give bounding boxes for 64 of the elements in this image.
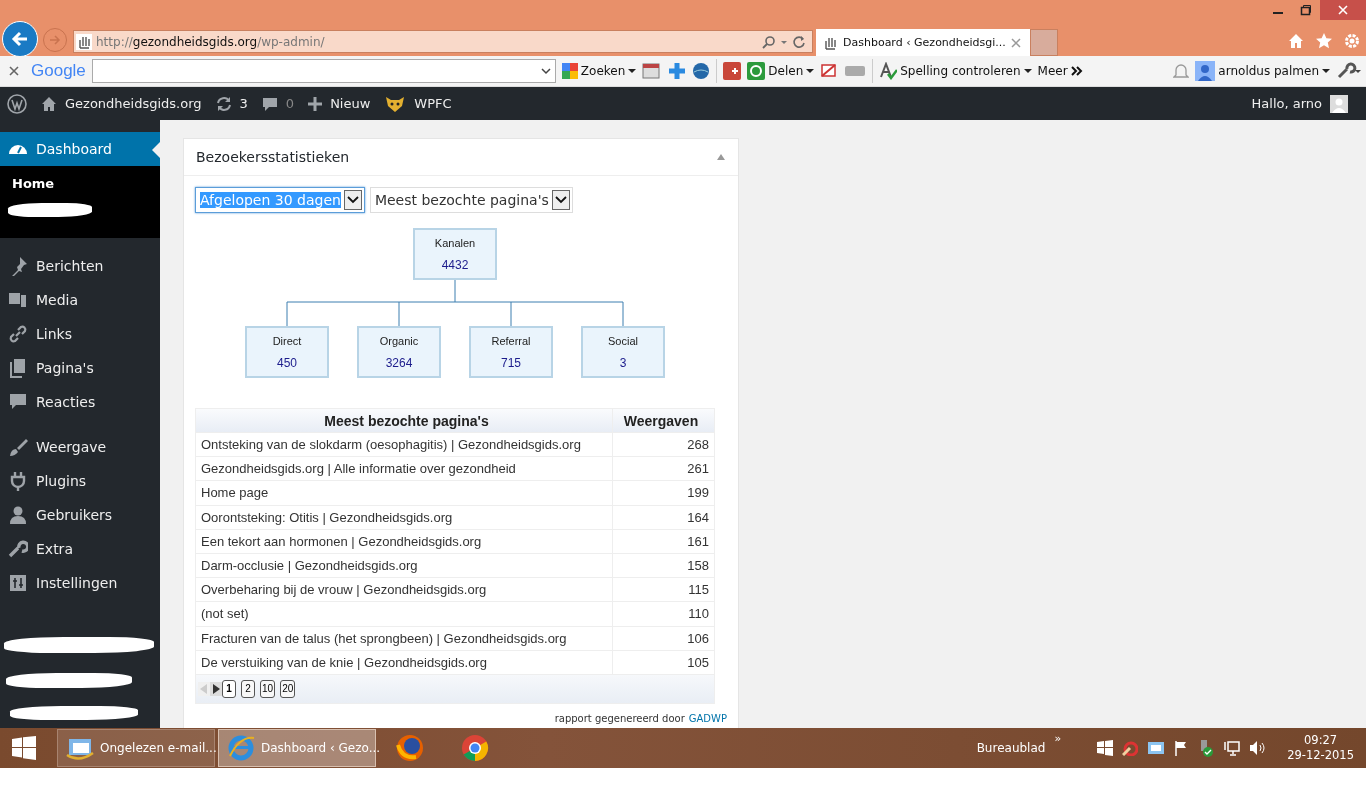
table-cell-text: 164 bbox=[686, 508, 710, 527]
table-cell: Darm-occlusie | Gezondheidsgids.org bbox=[196, 553, 613, 578]
updates-link[interactable]: 3 bbox=[215, 95, 248, 112]
site-link[interactable]: Gezondheidsgids.org bbox=[41, 95, 202, 112]
menu-item[interactable]: Extra bbox=[0, 532, 160, 566]
table-cell-text: 161 bbox=[686, 532, 710, 551]
page-button[interactable]: 20 bbox=[280, 679, 296, 698]
menu-item[interactable]: Plugins bbox=[0, 464, 160, 498]
menu-item[interactable]: Gebruikers bbox=[0, 498, 160, 532]
menu-item[interactable]: Media bbox=[0, 283, 160, 317]
account-button[interactable]: arnoldus palmen bbox=[1195, 61, 1330, 81]
plugin-link[interactable]: WPFC bbox=[384, 94, 452, 113]
widget-title: Bezoekersstatistieken bbox=[196, 149, 350, 165]
table-cell: Fracturen van de talus (het sprongbeen) | Gezondheidsgids.org bbox=[196, 626, 613, 650]
table-cell-text: 105 bbox=[686, 653, 710, 672]
clock[interactable]: 09:27 29-12-2015 bbox=[1287, 733, 1354, 763]
menu-item[interactable]: Berichten bbox=[0, 249, 160, 283]
table-cell: Home page bbox=[196, 481, 613, 505]
taskbar-button[interactable]: Ongelezen e-mail... bbox=[57, 729, 215, 767]
table-cell: Gezondheidsgids.org | Alle informatie over gezondheid bbox=[196, 457, 613, 481]
column-header: Meest bezochte pagina's bbox=[196, 409, 613, 432]
menu-item[interactable]: Pagina's bbox=[0, 351, 160, 385]
table-cell-text: 268 bbox=[686, 436, 710, 455]
table-cell-text: 158 bbox=[686, 557, 710, 576]
chart-node: Organic 3264 bbox=[357, 326, 441, 378]
table-cell-text: 261 bbox=[686, 460, 710, 479]
search-button[interactable]: Zoeken bbox=[561, 63, 637, 79]
table-cell-text: 106 bbox=[686, 629, 710, 648]
table-cell: Ontsteking van de slokdarm (oesophagitis) | Gezondheidsgids.org bbox=[196, 433, 613, 457]
table-cell-text: 115 bbox=[687, 581, 710, 600]
toolbar-overflow-button[interactable]: » bbox=[1054, 732, 1062, 745]
menu-item[interactable]: Weergave bbox=[0, 430, 160, 464]
menu-item[interactable]: Instellingen bbox=[0, 566, 160, 600]
table-cell-text: 110 bbox=[687, 605, 710, 624]
table-cell: De verstuiking van de knie | Gezondheidsgids.org bbox=[196, 650, 613, 674]
spellcheck-button[interactable]: Spelling controleren bbox=[879, 62, 1032, 80]
page-button[interactable]: 1 bbox=[222, 679, 236, 698]
table-cell: Overbeharing bij de vrouw | Gezondheidsgids.org bbox=[196, 578, 613, 602]
chart-node: Referral 715 bbox=[469, 326, 553, 378]
new-link[interactable]: Nieuw bbox=[308, 96, 371, 111]
column-header: Weergaven bbox=[622, 411, 700, 431]
chart-node: Social 3 bbox=[581, 326, 665, 378]
page-button[interactable]: 2 bbox=[241, 679, 255, 698]
table-cell-text: 199 bbox=[686, 484, 710, 503]
share-button[interactable]: Delen bbox=[747, 62, 815, 80]
address-bar[interactable]: http://gezondheidsgids.org/wp-admin/ bbox=[73, 30, 813, 53]
menu-item[interactable]: Reacties bbox=[0, 385, 160, 419]
comments-link[interactable]: 0 bbox=[261, 95, 295, 112]
chart-node: Kanalen 4432 bbox=[413, 228, 497, 280]
account-link[interactable]: Hallo, arno bbox=[1251, 94, 1348, 113]
gadwp-link[interactable]: GADWP bbox=[688, 712, 727, 724]
menu-item[interactable]: Links bbox=[0, 317, 160, 351]
desktop-toolbar-label[interactable]: Bureaublad bbox=[976, 741, 1046, 755]
page-button[interactable]: 10 bbox=[260, 679, 276, 698]
google-logo: Google bbox=[31, 61, 86, 81]
table-cell: Een tekort aan hormonen | Gezondheidsgids.org bbox=[196, 529, 613, 553]
table-cell: (not set) bbox=[196, 602, 613, 626]
menu-item[interactable]: Dashboard bbox=[0, 132, 160, 166]
browser-tab[interactable]: Dashboard ‹ Gezondheidsgi... bbox=[816, 29, 1030, 56]
table-cell: Oorontsteking: Otitis | Gezondheidsgids.org bbox=[196, 505, 613, 529]
chart-node: Direct 450 bbox=[245, 326, 329, 378]
more-button[interactable]: Meer bbox=[1037, 64, 1083, 78]
report-credit: rapport gegenereerd door bbox=[554, 712, 685, 724]
dropdown[interactable]: Meest bezochte pagina's bbox=[369, 187, 573, 213]
